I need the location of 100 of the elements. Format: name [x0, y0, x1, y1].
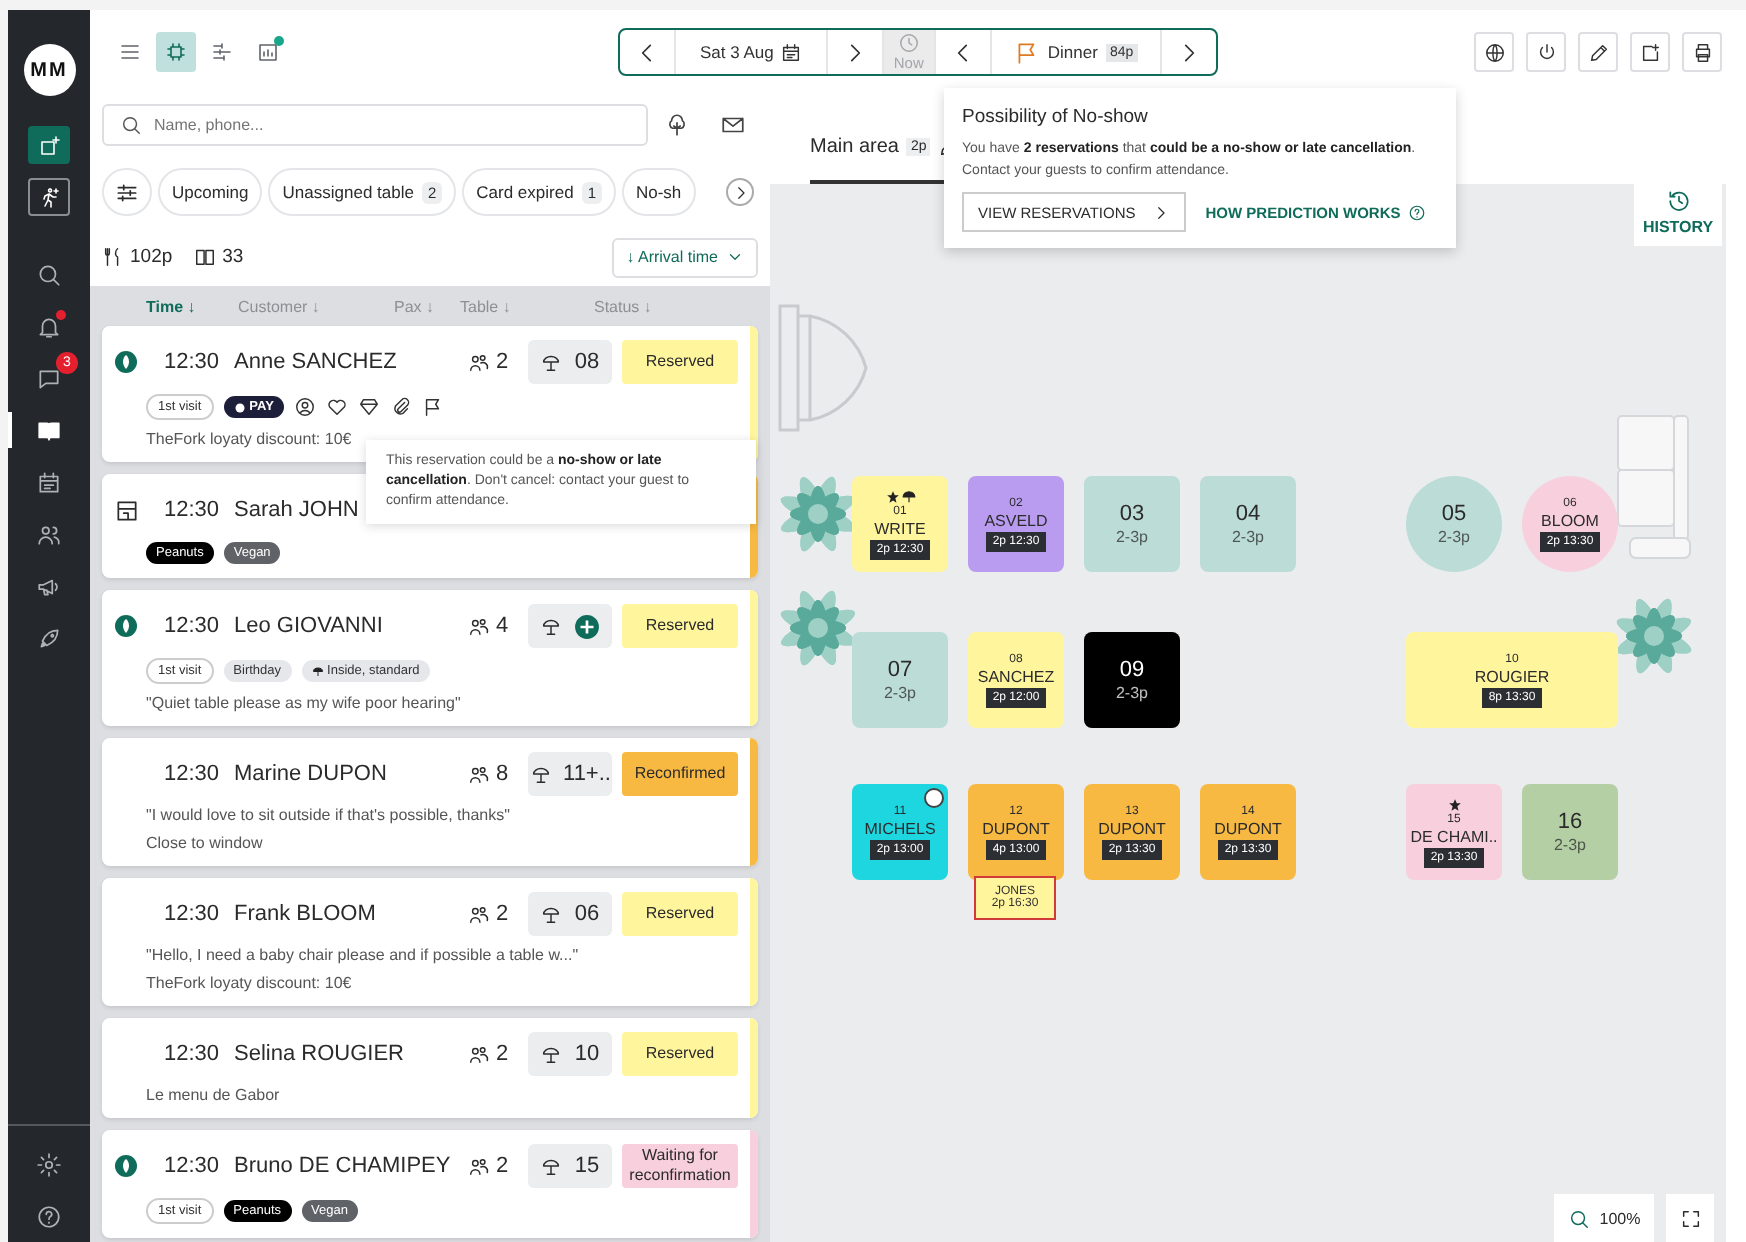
zoom-icon	[1567, 1207, 1590, 1229]
reservation-note: Le menu de Gabor	[144, 1086, 282, 1104]
calendar-icon	[36, 469, 62, 495]
reservation-card[interactable]: 12:30 Marine DUPON 8 11+.. Reconfirmed "I would love to sit outside if that's possible, thanks" Close to window	[102, 738, 758, 866]
status-badge[interactable]: Reserved	[622, 604, 738, 648]
pencil-icon	[1587, 41, 1609, 63]
guest-name: Frank BLOOM	[234, 902, 376, 926]
filter-chip[interactable]: No-sh	[621, 168, 696, 216]
reservation-note: TheFork loyaty discount: 10€	[144, 430, 354, 448]
table-assignment[interactable]: 10	[528, 1032, 612, 1076]
toolbar-button[interactable]	[1526, 32, 1566, 72]
table-number: 09	[1119, 658, 1145, 682]
walk-in-button[interactable]	[28, 178, 70, 216]
toolbar-button[interactable]	[1474, 32, 1514, 72]
search-field[interactable]: Name, phone...	[102, 104, 648, 146]
chart-icon	[256, 40, 280, 64]
date-picker[interactable]: Sat 3 Aug	[674, 30, 826, 74]
status-badge[interactable]: Reconfirmed	[622, 752, 738, 796]
status-badge[interactable]: Reserved	[622, 340, 738, 384]
reservation-time: 12:30	[164, 1154, 222, 1178]
umbrella-table-icon	[540, 351, 563, 373]
booking-total: 33	[222, 246, 244, 268]
service-name[interactable]: Dinner	[1047, 42, 1098, 62]
sort-dropdown[interactable]: ↓ Arrival time	[612, 237, 758, 277]
table[interactable]: 16 2-3p	[1522, 784, 1618, 880]
guest-name: Bruno DE CHAMIPEY	[234, 1154, 451, 1178]
guest-name: Selina ROUGIER	[234, 1042, 404, 1066]
table-capacity: 2-3p	[1115, 684, 1148, 702]
toolbar-button[interactable]	[1578, 32, 1618, 72]
people-icon	[468, 615, 490, 637]
table-number: 07	[887, 658, 913, 682]
guest-name: Marine DUPON	[234, 762, 387, 786]
storefront-icon	[114, 497, 140, 523]
party-size: 2	[496, 350, 509, 374]
book-icon	[36, 417, 62, 443]
filter-chip[interactable]: Upcoming	[158, 168, 263, 216]
help-icon	[1408, 203, 1427, 221]
door-drawing	[776, 304, 872, 432]
history-button[interactable]: HISTORY	[1634, 178, 1722, 246]
add-table-icon[interactable]	[574, 613, 600, 639]
cover-total: 102p	[130, 246, 173, 268]
table-assignment[interactable]: 15	[528, 1144, 612, 1188]
umbrella-table-icon	[540, 615, 562, 637]
guest-name: Leo GIOVANNI	[234, 614, 383, 638]
fullscreen-button[interactable]	[1666, 1194, 1714, 1242]
people-icon	[468, 1155, 490, 1177]
table[interactable]: 03 2-3p	[1084, 476, 1180, 572]
people-icon	[468, 763, 490, 785]
status-badge[interactable]: Reserved	[622, 892, 738, 936]
table-assignment[interactable]: 06	[528, 892, 612, 936]
coin-icon	[233, 401, 246, 413]
table-assignment[interactable]	[528, 604, 612, 648]
table-assignment[interactable]: 11+..	[528, 752, 612, 796]
reservation-card[interactable]: 12:30 Frank BLOOM 2 06 Reserved "Hello, I need a baby chair please and if possible a table w..." TheFork loyaty discount: 10€	[102, 878, 758, 1006]
table[interactable]: 09 2-3p	[1084, 632, 1180, 728]
popover-title: Possibility of No-show	[962, 106, 1150, 128]
add-booking-icon	[37, 133, 61, 157]
guest-name: MICHELS	[864, 819, 936, 837]
guest-name: ASVELD	[984, 511, 1048, 529]
table-capacity: 2-3p	[1231, 528, 1264, 546]
party-size: 2	[496, 902, 509, 926]
view-button[interactable]	[156, 32, 196, 72]
reservation-card[interactable]: 12:30 Selina ROUGIER 2 10 Reserved Le menu de Gabor	[102, 1018, 758, 1118]
people-icon	[468, 351, 490, 373]
table[interactable]: 07 2-3p	[852, 632, 948, 728]
leaf-logo-icon	[114, 1154, 138, 1178]
reservation-time: 12:30	[164, 1042, 222, 1066]
status-badge[interactable]: Waiting for reconfirmation	[622, 1144, 738, 1188]
umbrella-table-icon	[540, 1043, 563, 1065]
status-badge[interactable]: Reserved	[622, 1032, 738, 1076]
party-size: 8	[496, 762, 509, 786]
sliders-icon	[114, 179, 140, 205]
walking-person-icon	[37, 185, 61, 209]
sliders-icon	[210, 40, 234, 64]
table-number: 16	[1557, 810, 1583, 834]
leaf-logo-icon	[114, 614, 138, 638]
clock-icon	[897, 32, 920, 54]
guest-name: SANCHEZ	[977, 667, 1055, 685]
zoom-button[interactable]: 100%	[1554, 1194, 1654, 1242]
reservation-note: Close to window	[144, 834, 265, 852]
cutlery-icon	[102, 246, 124, 268]
reservation-time: 12:30	[164, 614, 222, 638]
list-icon	[118, 40, 142, 64]
umbrella-table-icon	[529, 763, 552, 785]
table[interactable]: 04 2-3p	[1200, 476, 1296, 572]
guest-name: Anne SANCHEZ	[234, 350, 397, 374]
globe-icon	[1483, 41, 1505, 63]
column-header[interactable]: Time ↓	[146, 297, 238, 315]
table-number: 04	[1235, 502, 1261, 526]
toolbar-button[interactable]	[1630, 32, 1670, 72]
reservation-note: "Quiet table please as my wife poor hearing"	[144, 694, 463, 712]
table-assignment[interactable]: 08	[528, 340, 612, 384]
toolbar-button[interactable]	[1682, 32, 1722, 72]
calendar-icon	[779, 41, 802, 63]
rocket-icon	[36, 625, 62, 651]
printer-icon	[1691, 41, 1713, 63]
new-booking-button[interactable]	[28, 126, 70, 164]
table[interactable]: 05 2-3p	[1406, 476, 1502, 572]
filter-button[interactable]	[102, 168, 152, 216]
party-size: 2	[496, 1154, 509, 1178]
